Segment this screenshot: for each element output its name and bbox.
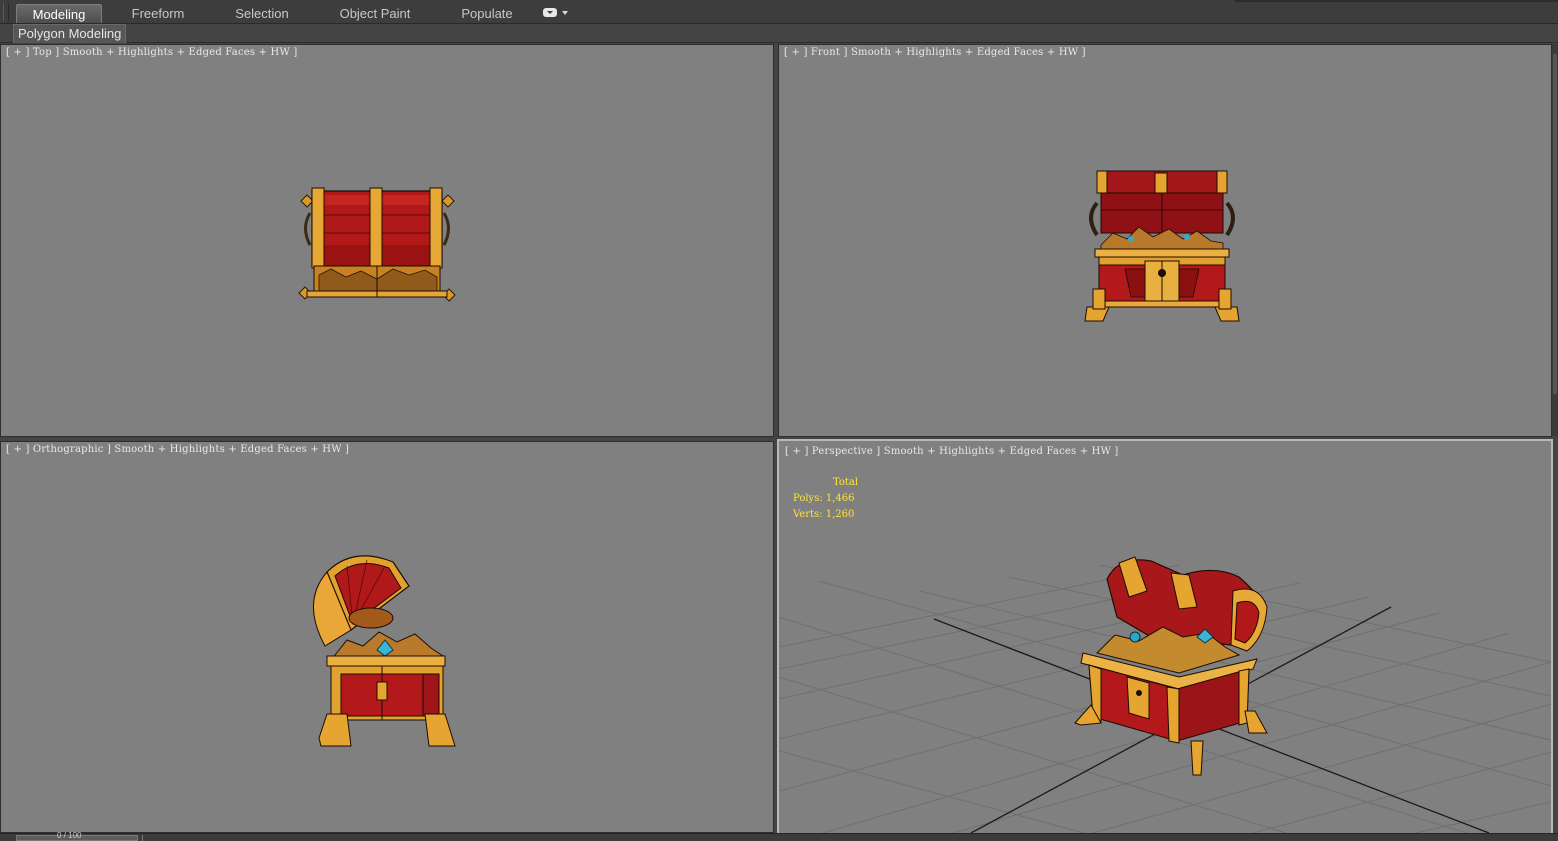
tab-freeform[interactable]: Freeform	[118, 4, 198, 23]
ribbon-top-divider	[1235, 0, 1558, 2]
time-slider-bar: 0 / 100	[0, 831, 1558, 841]
tab-object-paint[interactable]: Object Paint	[332, 4, 418, 23]
ribbon-grip[interactable]	[3, 3, 9, 21]
chest-front-view	[1084, 170, 1240, 322]
ribbon-panel-bar: Polygon Modeling	[0, 24, 1558, 43]
viewport-orthographic[interactable]: [ + ] Orthographic ] Smooth + Highlights…	[0, 441, 774, 833]
ribbon-toggle-icon	[543, 8, 557, 17]
frame-counter: 0 / 100	[57, 831, 82, 840]
tab-selection[interactable]: Selection	[222, 4, 302, 23]
time-slider[interactable]: 0 / 100	[16, 831, 138, 841]
chest-top-view	[298, 187, 456, 302]
time-slider-next-button[interactable]	[142, 835, 153, 841]
viewport-scrollbar[interactable]	[1552, 44, 1558, 436]
perspective-scene	[779, 556, 1551, 833]
chest-orthographic-view	[313, 555, 456, 747]
tab-populate[interactable]: Populate	[450, 4, 524, 23]
ribbon-options-icon[interactable]	[543, 8, 569, 18]
chevron-down-icon	[562, 11, 568, 15]
polygon-modeling-panel[interactable]: Polygon Modeling	[13, 24, 127, 43]
viewport-top[interactable]: [ + ] Top ] Smooth + Highlights + Edged …	[0, 44, 774, 437]
viewport-front[interactable]: [ + ] Front ] Smooth + Highlights + Edge…	[778, 44, 1552, 437]
ribbon-tab-bar: Modeling Freeform Selection Object Paint…	[0, 0, 1558, 24]
scrollbar-thumb[interactable]	[1553, 54, 1557, 394]
viewport-perspective[interactable]: [ + ] Perspective ] Smooth + Highlights …	[777, 439, 1553, 835]
chest-perspective-model	[1074, 556, 1268, 776]
tab-modeling[interactable]: Modeling	[16, 4, 102, 23]
